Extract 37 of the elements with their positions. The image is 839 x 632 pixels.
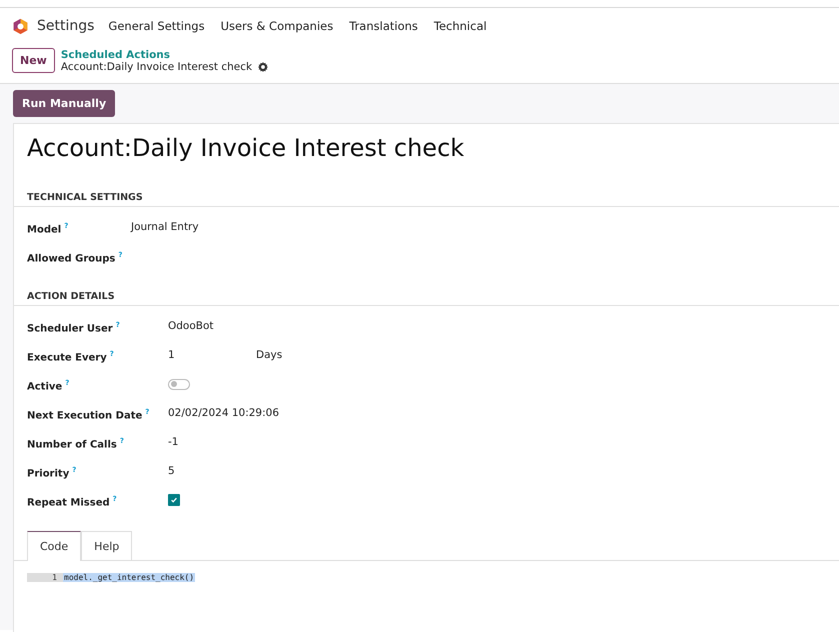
- gear-icon[interactable]: [258, 62, 268, 72]
- field-value[interactable]: 5: [168, 459, 175, 483]
- field-label: Repeat Missed: [27, 497, 110, 508]
- run-manually-button[interactable]: Run Manually: [13, 90, 116, 117]
- tab[interactable]: Help: [81, 531, 132, 561]
- interval-unit[interactable]: Days: [256, 343, 282, 367]
- field-label: Execute Every: [27, 352, 107, 364]
- new-button[interactable]: New: [12, 48, 55, 73]
- line-number: 1: [27, 573, 63, 582]
- field-value[interactable]: 02/02/2024 10:29:06: [168, 401, 280, 425]
- section-heading: ACTION DETAILS: [14, 291, 839, 306]
- tab[interactable]: Code: [27, 531, 82, 561]
- field-label: Number of Calls: [27, 439, 117, 450]
- field-label: Model: [27, 224, 62, 236]
- field-label: Priority: [27, 468, 70, 480]
- record-name: Account:Daily Invoice Interest check: [60, 60, 252, 72]
- code-editor[interactable]: 1 model._get_interest_check(): [27, 573, 196, 582]
- section-heading: TECHNICAL SETTINGS: [14, 192, 839, 207]
- interval-number[interactable]: 1: [168, 343, 256, 367]
- field-label: Next Execution Date: [27, 410, 142, 422]
- checkbox[interactable]: [168, 494, 180, 506]
- toggle-switch[interactable]: [168, 378, 190, 390]
- record-title: Account:Daily Invoice Interest check: [27, 134, 466, 162]
- field-label: Scheduler User: [27, 323, 113, 334]
- checkmark-icon: [170, 496, 178, 504]
- menu-item[interactable]: Technical: [434, 19, 487, 33]
- menu-item[interactable]: General Settings: [108, 19, 205, 33]
- menu-item[interactable]: Translations: [349, 19, 418, 33]
- menu-item[interactable]: Users & Companies: [220, 19, 334, 33]
- app-name[interactable]: Settings: [37, 18, 94, 34]
- field-label: Allowed Groups: [27, 253, 116, 264]
- breadcrumb-link[interactable]: Scheduled Actions: [60, 48, 268, 60]
- field-label: Active: [27, 381, 62, 392]
- field-value[interactable]: -1: [168, 430, 178, 454]
- field-value[interactable]: OdooBot: [168, 314, 214, 338]
- app-logo-icon[interactable]: [12, 18, 29, 34]
- field-value[interactable]: Journal Entry: [131, 215, 199, 239]
